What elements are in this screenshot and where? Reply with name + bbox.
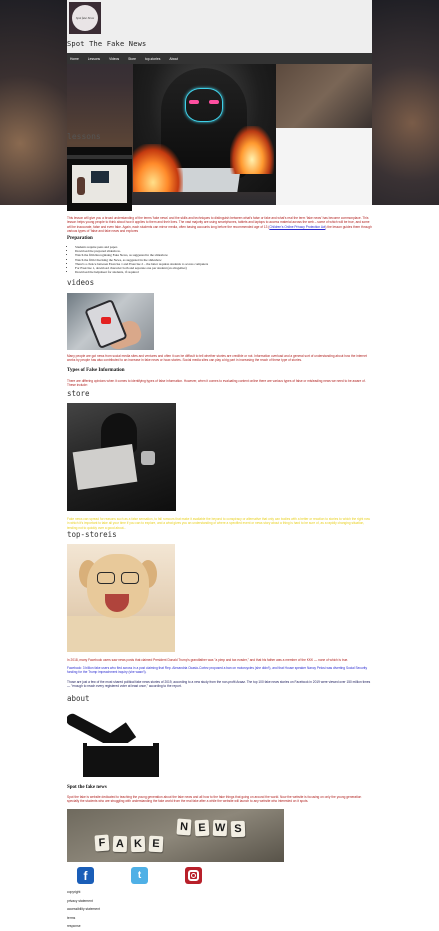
instagram-icon[interactable] [185,867,202,884]
top-stories-para1: In 2018, many Facebook users saw news po… [67,658,349,662]
dog-body [67,616,175,652]
about-text: Spot the fake is website dedicated to te… [67,795,362,804]
about-heading: Spot the fake news [67,785,107,790]
preparation-list: Students require pens and paper. Downloa… [75,245,208,274]
ballot-box [83,743,159,777]
hero-left-photo [0,0,67,205]
lessons-title: lessons [67,132,101,141]
nav-item-top-stories[interactable]: top-stories [145,57,160,61]
tile: N [176,818,192,836]
fire-left [133,144,183,192]
lessons-image [67,147,132,211]
image-bar [67,155,132,159]
fake-news-tiles-image: F A K E N E W S [67,809,284,862]
nav-item-about[interactable]: About [169,57,178,61]
tile: S [230,820,246,838]
hero-side-photo [276,64,372,128]
site-title: Spot The Fake News [67,40,147,48]
play-icon [101,317,111,324]
tile: E [194,819,210,837]
tile: W [212,819,228,837]
tile: A [112,835,128,853]
list-item: Download the helpsheet for students, if … [75,270,208,274]
hero-right-photo [372,0,439,205]
lessons-intro: This lesson will give you a broad unders… [67,216,372,234]
footer-link-copyright[interactable]: copyright [67,888,100,897]
hero-white-panel [276,128,372,205]
footer-link-response[interactable]: response [67,922,100,931]
cup [141,451,155,465]
false-info-heading: Types of False Information [67,368,125,373]
ballot-slot [87,743,153,746]
facebook-icon[interactable]: f [77,867,94,884]
site-logo[interactable]: Spot fake News [69,2,101,34]
top-stories-title: top-storeis [67,530,117,539]
logo-badge: Spot fake News [72,5,98,31]
tile: F [94,834,110,852]
footer-link-terms[interactable]: terms [67,914,100,923]
ballot-box-image [67,707,176,778]
video-phone-image[interactable] [67,293,154,350]
footer-links: copyright privacy statement accessibilit… [67,888,100,931]
glasses-right-lens [121,572,139,584]
footer-link-accessibility[interactable]: accessibility statement [67,905,100,914]
nav-item-store[interactable]: Store [128,57,136,61]
top-stories-para3: Those are just a few of the most shared … [67,680,371,689]
mask-eye-right [209,100,219,104]
neon-mask [185,88,223,122]
dog-glasses-image[interactable] [67,544,175,652]
false-info-text: There are differing opinions when it com… [67,379,366,388]
site-header: Spot fake News Spot The Fake News [67,0,372,53]
store-title: store [67,389,90,398]
about-title: about [67,694,90,703]
instagram-ring [188,870,199,881]
glasses-left-lens [97,572,115,584]
coppa-link[interactable]: Children's Online Privacy Protection Act [269,225,325,229]
page-container: Spot fake News Spot The Fake News Home L… [67,0,372,931]
nav-item-home[interactable]: Home [70,57,79,61]
fire-right [230,126,274,174]
videos-text: Many people are got news from social med… [67,354,367,363]
newspaper [72,444,138,490]
nav-item-videos[interactable]: Videos [109,57,119,61]
store-image[interactable] [67,403,176,511]
person [77,177,85,195]
top-stories-para2: Facebook: 3 billion fake users who fled … [67,666,368,675]
preparation-heading: Preparation [67,236,93,241]
footer-link-privacy[interactable]: privacy statement [67,897,100,906]
hero-hacker-image [133,64,276,192]
store-text: Fake news can spread for reasons such as… [67,517,370,530]
main-nav: Home Lessons Videos Store top-stories Ab… [67,53,372,64]
tile: K [130,835,146,853]
twitter-icon[interactable]: t [131,867,148,884]
mask-eye-left [189,100,199,104]
monitor [91,171,109,183]
videos-title: videos [67,278,95,287]
nav-item-lessons[interactable]: Lessons [88,57,100,61]
tile: E [148,835,164,853]
